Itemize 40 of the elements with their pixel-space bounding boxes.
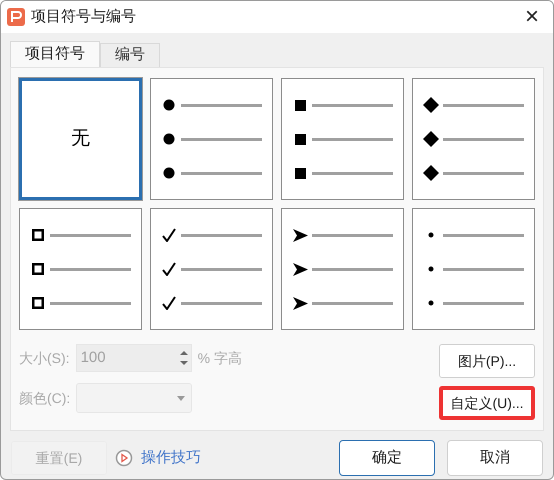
diamond-bullet-icon (423, 97, 439, 113)
play-icon (115, 449, 133, 467)
cancel-button[interactable]: 取消 (447, 440, 543, 476)
window-title: 项目符号与编号 (31, 6, 137, 27)
app-logo-icon (7, 8, 25, 26)
side-button[interactable]: 图片(P)... (439, 344, 535, 378)
close-button[interactable]: × (517, 5, 547, 29)
check-bullet-icon (162, 262, 176, 276)
size-unit: % 字高 (198, 348, 242, 368)
hollow-square-bullet-icon (32, 263, 44, 275)
bullet-option[interactable] (412, 78, 535, 200)
small-dot-bullet-icon (428, 266, 434, 272)
square-bullet-icon (294, 168, 306, 178)
arrowhead-bullet-icon (292, 296, 308, 310)
tab[interactable]: 编号 (100, 43, 160, 67)
color-label: 颜色(C): (19, 388, 70, 408)
none-label: 无 (71, 126, 90, 151)
caret-icon (177, 396, 186, 400)
dot-bullet-icon (163, 99, 175, 111)
arrowhead-bullet-icon (292, 228, 308, 242)
square-bullet-icon (294, 134, 306, 144)
dot-bullet-icon (163, 133, 175, 145)
side-button[interactable]: 自定义(U)... (439, 386, 535, 420)
hollow-square-bullet-icon (32, 229, 44, 241)
bullet-option[interactable] (281, 78, 404, 200)
dot-bullet-icon (163, 167, 175, 179)
tips-link[interactable]: 操作技巧 (141, 446, 331, 470)
check-bullet-icon (162, 228, 176, 242)
check-bullet-icon (162, 296, 176, 310)
size-label: 大小(S): (19, 348, 70, 368)
square-bullet-icon (294, 100, 306, 110)
tab[interactable]: 项目符号 (10, 41, 100, 67)
ok-button[interactable]: 确定 (339, 440, 435, 476)
diamond-bullet-icon (423, 131, 439, 147)
arrowhead-bullet-icon (292, 262, 308, 276)
small-dot-bullet-icon (428, 232, 434, 238)
diamond-bullet-icon (423, 165, 439, 181)
small-dot-bullet-icon (428, 300, 434, 306)
hollow-square-bullet-icon (32, 297, 44, 309)
bullet-option[interactable]: 无 (19, 78, 142, 200)
